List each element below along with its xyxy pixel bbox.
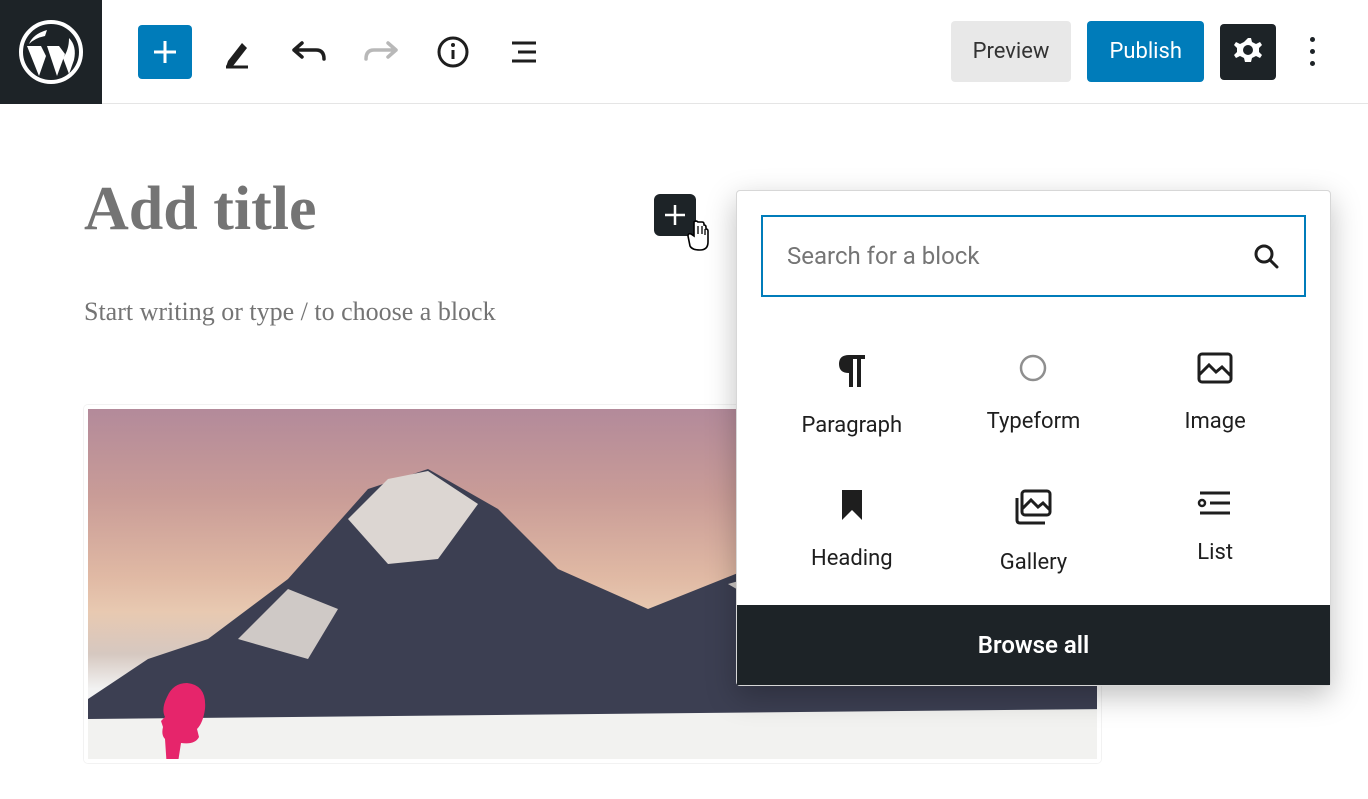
paragraph-icon xyxy=(835,351,869,389)
editor-toolbar: Preview Publish xyxy=(0,0,1368,104)
list-icon xyxy=(1196,488,1234,516)
dot-icon xyxy=(1310,49,1315,54)
gear-icon xyxy=(1232,36,1264,68)
settings-button[interactable] xyxy=(1220,24,1276,80)
details-button[interactable] xyxy=(426,25,480,79)
publish-button[interactable]: Publish xyxy=(1087,21,1204,82)
undo-icon xyxy=(290,37,328,67)
wordpress-icon xyxy=(19,20,83,84)
dot-icon xyxy=(1310,37,1315,42)
inserter-search-input[interactable] xyxy=(787,242,1252,270)
gallery-icon xyxy=(1013,488,1053,526)
info-icon xyxy=(436,35,470,69)
toolbar-left xyxy=(102,25,552,79)
block-inserter-popover: Paragraph Typeform Image Heading xyxy=(736,190,1331,686)
block-image[interactable]: Image xyxy=(1124,351,1306,438)
preview-button[interactable]: Preview xyxy=(951,21,1072,82)
plus-icon xyxy=(662,202,688,228)
bookmark-icon xyxy=(838,488,866,522)
image-icon xyxy=(1196,351,1234,385)
block-list[interactable]: List xyxy=(1124,488,1306,575)
block-label: Typeform xyxy=(987,409,1081,434)
block-label: Gallery xyxy=(1000,550,1067,575)
list-view-icon xyxy=(508,37,542,67)
dot-icon xyxy=(1310,61,1315,66)
block-label: Paragraph xyxy=(802,413,903,438)
person-silhouette-icon xyxy=(153,679,217,763)
block-label: Image xyxy=(1185,409,1246,434)
block-heading[interactable]: Heading xyxy=(761,488,943,575)
block-types-grid: Paragraph Typeform Image Heading xyxy=(737,321,1330,605)
pencil-icon xyxy=(220,35,254,69)
toggle-inserter-button[interactable] xyxy=(138,25,192,79)
inserter-search-wrap xyxy=(737,191,1330,321)
search-icon xyxy=(1252,242,1280,270)
inline-inserter-button[interactable] xyxy=(654,194,696,236)
outline-button[interactable] xyxy=(498,25,552,79)
block-gallery[interactable]: Gallery xyxy=(943,488,1125,575)
redo-button[interactable] xyxy=(354,25,408,79)
toolbar-right: Preview Publish xyxy=(951,21,1368,82)
undo-button[interactable] xyxy=(282,25,336,79)
browse-all-button[interactable]: Browse all xyxy=(737,605,1330,685)
block-label: List xyxy=(1197,540,1233,565)
wordpress-logo[interactable] xyxy=(0,0,102,104)
circle-icon xyxy=(1016,351,1050,385)
block-paragraph[interactable]: Paragraph xyxy=(761,351,943,438)
block-label: Heading xyxy=(811,546,893,571)
more-options-button[interactable] xyxy=(1292,24,1332,80)
block-typeform[interactable]: Typeform xyxy=(943,351,1125,438)
inserter-search-box[interactable] xyxy=(761,215,1306,297)
plus-icon xyxy=(150,37,180,67)
redo-icon xyxy=(362,37,400,67)
edit-tool-button[interactable] xyxy=(210,25,264,79)
